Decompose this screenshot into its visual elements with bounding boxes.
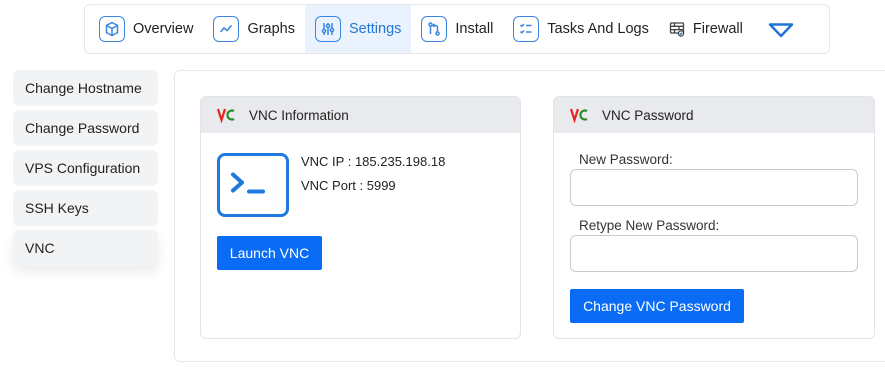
sliders-icon [315,16,341,42]
launch-vnc-button[interactable]: Launch VNC [217,236,322,270]
nav-item-graphs[interactable]: Graphs [203,5,305,53]
sidebar-item-change-hostname[interactable]: Change Hostname [13,70,158,106]
settings-sidebar: Change Hostname Change Password VPS Conf… [13,70,158,270]
vnc-ip: VNC IP : 185.235.198.18 [301,154,446,169]
card-title: VNC Information [249,107,349,123]
nav-label: Firewall [692,21,743,37]
cube-icon [99,16,125,42]
sidebar-item-ssh-keys[interactable]: SSH Keys [13,190,158,226]
firewall-icon [669,22,685,37]
top-nav: Overview Graphs Settings Install Tasks A… [84,4,830,54]
vnc-logo-icon [217,108,235,124]
sidebar-item-label: Change Hostname [25,80,142,96]
sidebar-item-label: VNC [25,240,55,256]
retype-password-field[interactable] [570,235,858,272]
nav-label: Tasks And Logs [547,21,649,37]
graph-icon [213,16,240,42]
vnc-info-card: VNC Information VNC IP : 185.235.198.18 … [200,96,521,339]
chevron-down-icon[interactable] [767,18,795,40]
vnc-port: VNC Port : 5999 [301,178,396,193]
card-header: VNC Password [554,97,874,133]
nav-item-firewall[interactable]: Firewall [659,5,753,53]
retype-password-label: Retype New Password: [579,218,720,233]
vnc-logo-icon [570,108,588,124]
nav-label: Overview [133,21,194,37]
new-password-label: New Password: [579,152,673,167]
new-password-field[interactable] [570,169,858,206]
nav-label: Settings [349,21,402,37]
sidebar-item-label: Change Password [25,120,140,136]
git-icon [421,16,448,42]
sidebar-item-label: VPS Configuration [25,160,141,176]
vnc-password-card: VNC Password New Password: Retype New Pa… [553,96,875,339]
change-vnc-password-button[interactable]: Change VNC Password [570,289,744,323]
nav-label: Install [455,21,494,37]
nav-item-settings[interactable]: Settings [305,5,412,53]
sidebar-item-vnc[interactable]: VNC [13,230,158,266]
card-header: VNC Information [201,97,520,133]
nav-item-overview[interactable]: Overview [89,5,203,53]
nav-item-install[interactable]: Install [411,5,503,53]
card-title: VNC Password [602,107,694,123]
nav-label: Graphs [247,21,295,37]
nav-item-tasks-and-logs[interactable]: Tasks And Logs [503,5,659,53]
sidebar-item-change-password[interactable]: Change Password [13,110,158,146]
terminal-icon [217,153,289,217]
vnc-panel: VNC Information VNC IP : 185.235.198.18 … [174,70,885,362]
checklist-icon [513,16,540,42]
sidebar-item-vps-configuration[interactable]: VPS Configuration [13,150,158,186]
sidebar-item-label: SSH Keys [25,200,89,216]
